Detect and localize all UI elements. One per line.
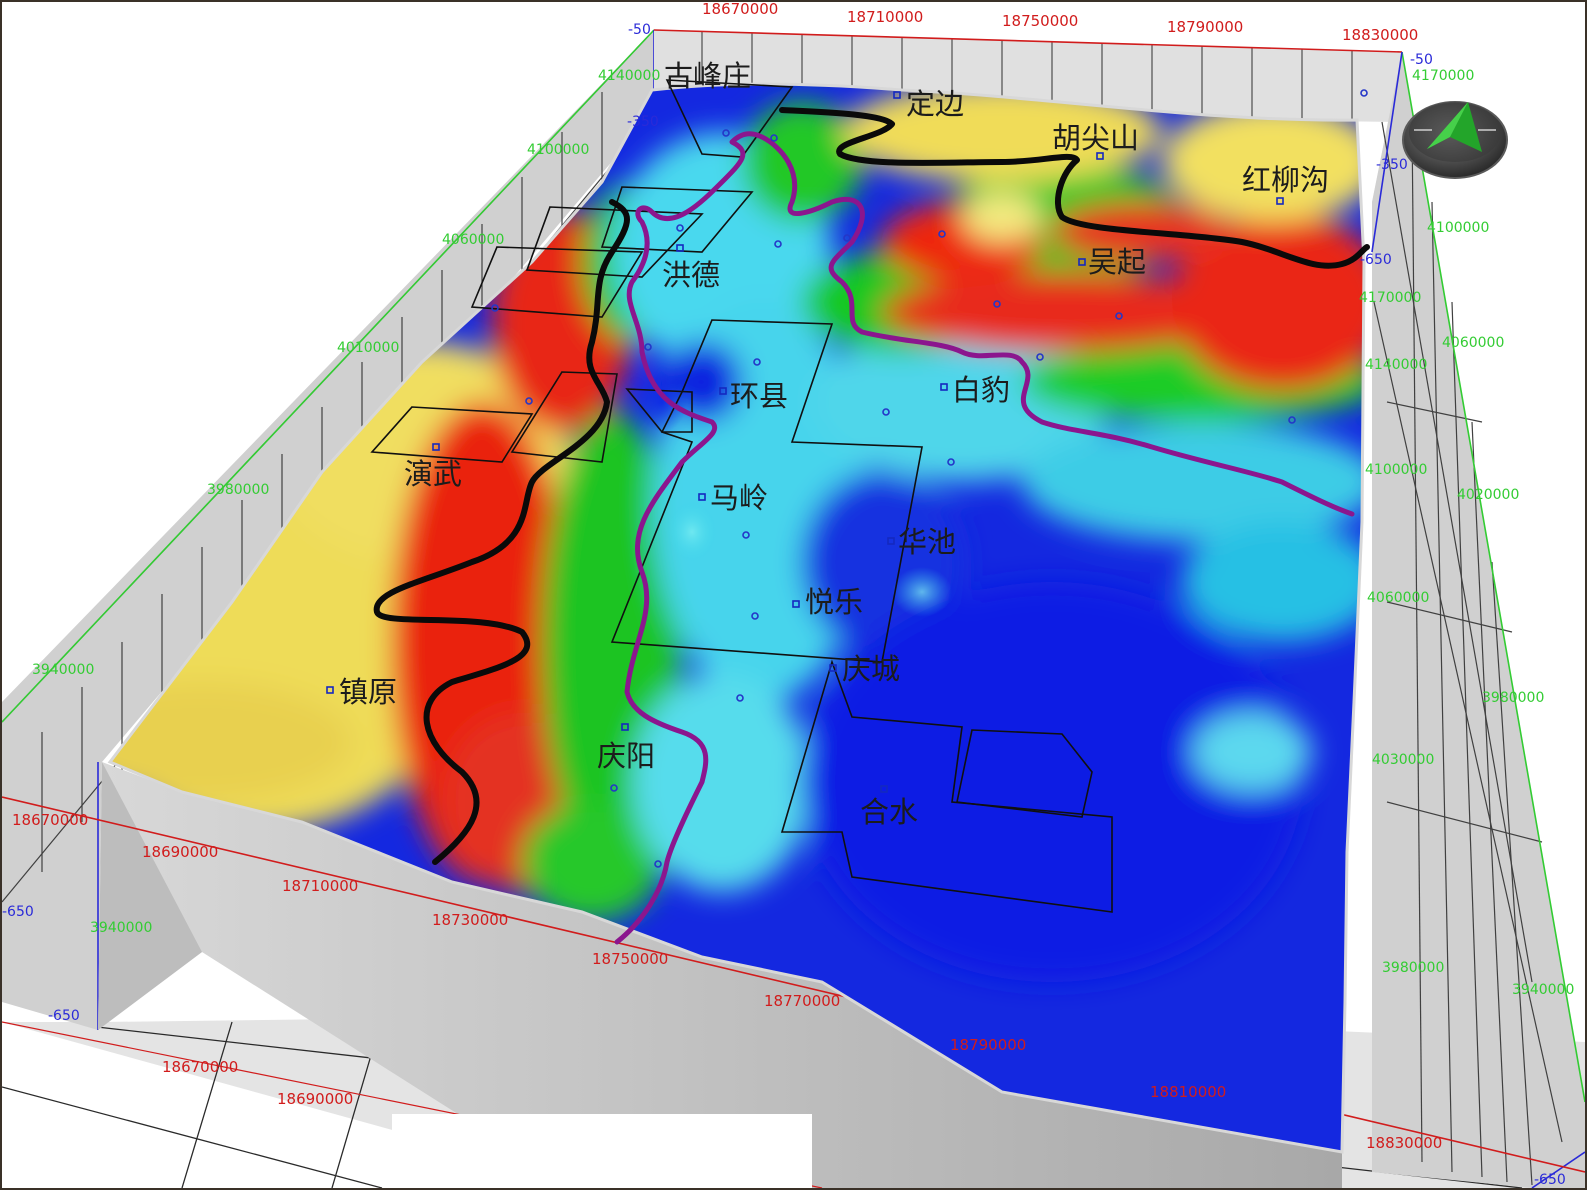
map-3d-scene — [2, 29, 1585, 1188]
map-viewport[interactable]: 18670000 18710000 18750000 18790000 1883… — [0, 0, 1587, 1190]
blank-patch — [392, 1114, 812, 1188]
grid-wall-right — [1371, 51, 1585, 1188]
